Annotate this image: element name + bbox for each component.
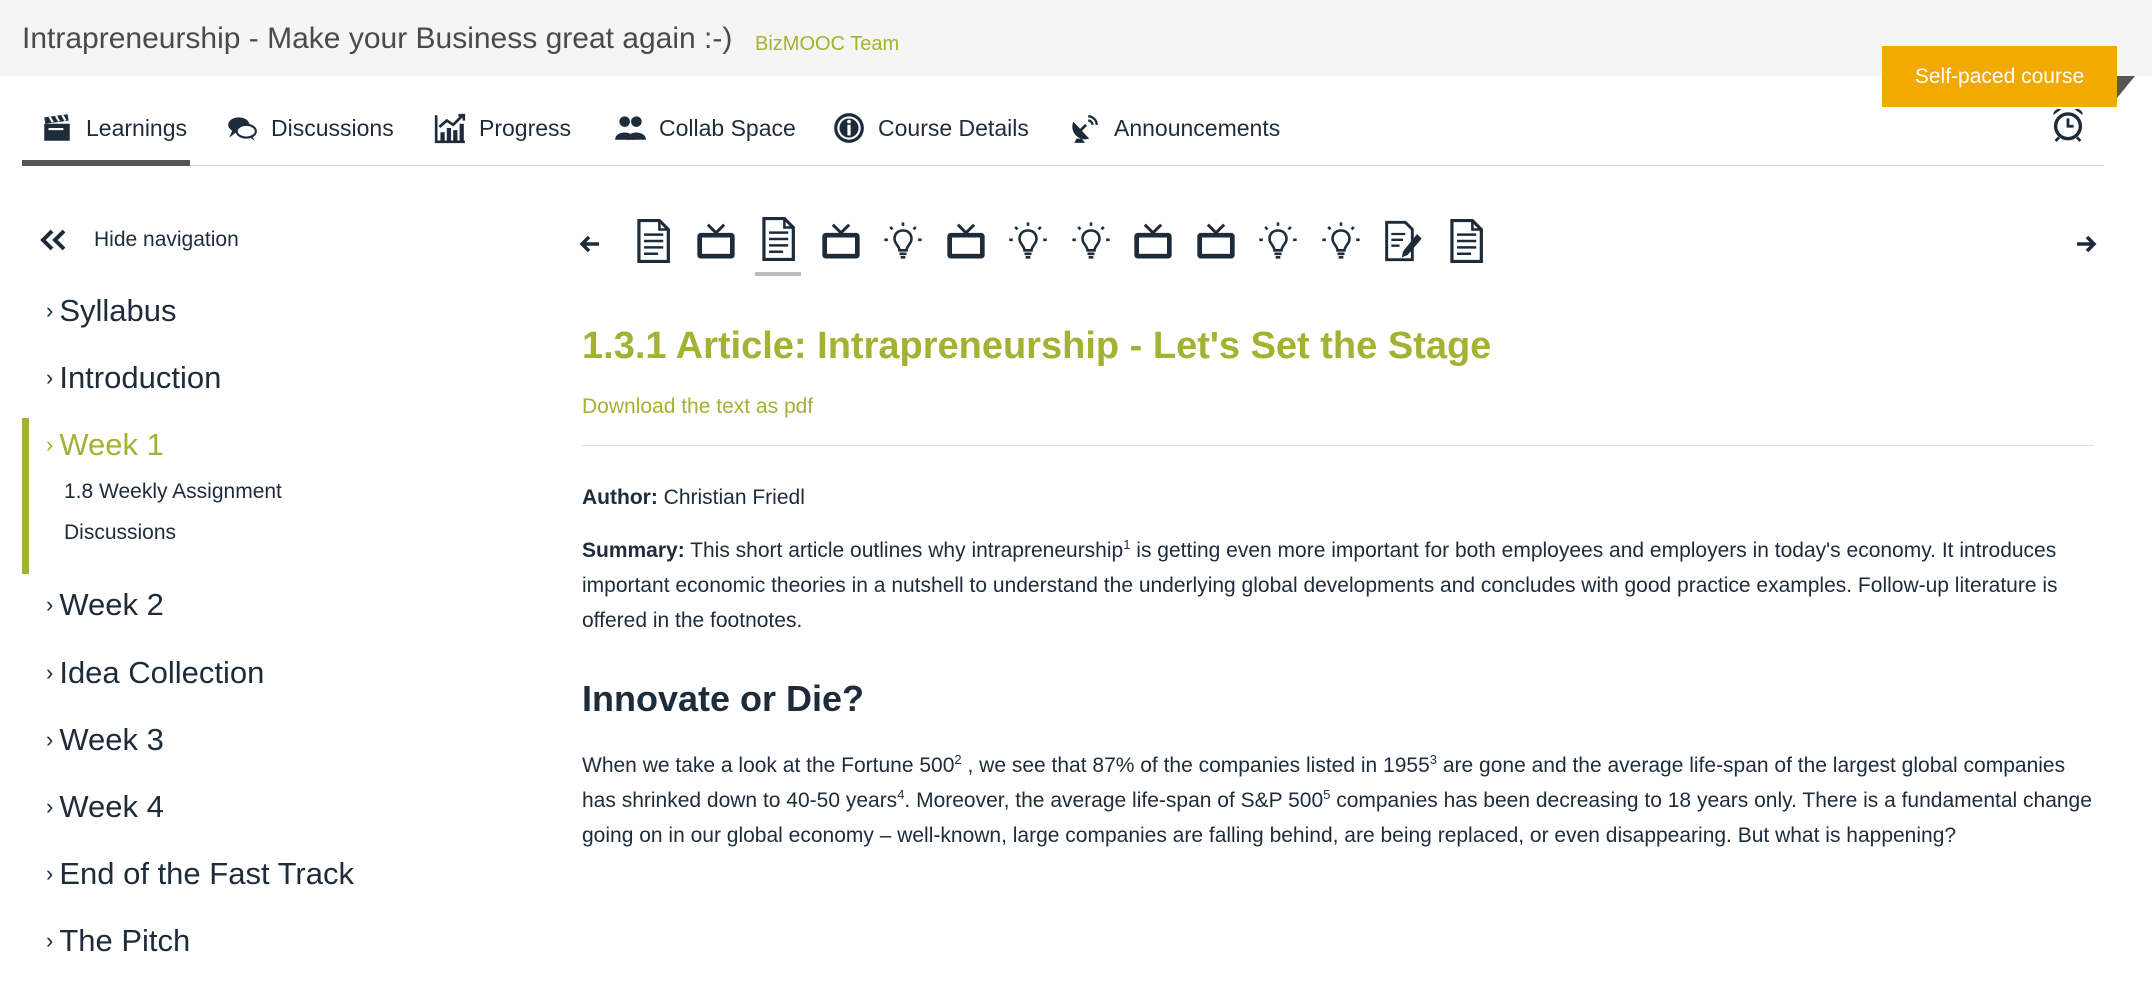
video-icon — [696, 223, 735, 259]
course-item-4[interactable] — [818, 214, 864, 268]
summary-label: Summary: — [582, 539, 685, 562]
arrow-right-icon[interactable] — [2074, 232, 2098, 256]
active-week-indicator — [22, 418, 29, 574]
document-icon — [637, 218, 670, 264]
course-title: Intrapreneurship - Make your Business gr… — [22, 22, 733, 55]
tab-discussions[interactable]: Discussions — [225, 96, 394, 166]
tab-label: Collab Space — [659, 114, 796, 141]
lightbulb-icon — [1259, 222, 1297, 259]
tab-collab-space[interactable]: Collab Space — [613, 96, 796, 166]
tab-label: Course Details — [878, 114, 1029, 141]
video-icon — [946, 223, 985, 259]
lightbulb-icon — [1321, 222, 1360, 259]
footnote-ref[interactable]: 2 — [954, 752, 961, 767]
info-icon — [834, 113, 864, 143]
footnote-ref[interactable]: 5 — [1323, 787, 1330, 802]
article-title: 1.3.1 Article: Intrapreneurship - Let's … — [582, 325, 1492, 367]
sidebar-subitem-weekly-assignment[interactable]: 1.8 Weekly Assignment — [64, 480, 282, 504]
sidebar-item-week-4[interactable]: › Week 4 — [46, 789, 164, 825]
course-item-9[interactable] — [1130, 214, 1176, 268]
tab-label: Announcements — [1114, 114, 1281, 141]
tab-label: Progress — [479, 114, 572, 141]
footnote-ref[interactable]: 3 — [1430, 752, 1437, 767]
course-team-link[interactable]: BizMOOC Team — [755, 33, 899, 56]
sidebar-subitem-discussions[interactable]: Discussions — [64, 521, 176, 545]
hide-navigation-label: Hide navigation — [94, 228, 239, 251]
course-item-6[interactable] — [943, 214, 989, 268]
divider — [582, 445, 2094, 446]
sidebar-item-syllabus[interactable]: › Syllabus — [46, 293, 177, 329]
tab-label: Discussions — [271, 114, 394, 141]
course-item-10[interactable] — [1193, 214, 1239, 268]
author-line: Author: Christian Friedl — [582, 480, 2094, 515]
lightbulb-icon — [1071, 222, 1110, 259]
chart-icon — [434, 113, 466, 144]
author-label: Author: — [582, 486, 658, 509]
self-paced-badge: Self-paced course — [1882, 46, 2117, 107]
clapperboard-icon — [44, 114, 70, 141]
tab-label: Learnings — [86, 114, 188, 141]
sidebar-item-end-of-fast-track[interactable]: › End of the Fast Track — [46, 856, 354, 892]
document-icon — [762, 216, 795, 262]
arrow-left-icon[interactable] — [578, 232, 602, 256]
course-item-3[interactable] — [755, 214, 801, 276]
course-item-7[interactable] — [1005, 214, 1051, 268]
alarm-clock-icon[interactable] — [2050, 106, 2086, 142]
hide-navigation-button[interactable]: Hide navigation — [38, 228, 239, 252]
download-pdf-link[interactable]: Download the text as pdf — [582, 395, 2094, 419]
video-icon — [1196, 223, 1235, 259]
tab-progress[interactable]: Progress — [433, 96, 571, 166]
course-item-1[interactable] — [630, 214, 676, 268]
double-chevron-left-icon — [40, 229, 66, 251]
section-heading: Innovate or Die? — [582, 678, 865, 719]
people-icon — [615, 116, 646, 140]
sidebar-item-week-2[interactable]: › Week 2 — [46, 587, 164, 623]
course-item-13[interactable] — [1380, 214, 1426, 268]
video-icon — [821, 223, 860, 259]
tab-announcements[interactable]: Announcements — [1068, 96, 1280, 166]
sidebar-item-week-3[interactable]: › Week 3 — [46, 722, 164, 758]
course-tabs: Learnings Discussions Progress Collab Sp… — [22, 96, 2104, 166]
summary-paragraph: Summary: This short article outlines why… — [582, 537, 2058, 632]
document-icon — [1449, 218, 1483, 264]
tab-course-details[interactable]: Course Details — [832, 96, 1029, 166]
course-header: Intrapreneurship - Make your Business gr… — [0, 0, 2152, 76]
course-item-8[interactable] — [1068, 214, 1114, 268]
course-item-14[interactable] — [1443, 214, 1489, 268]
footnote-ref[interactable]: 1 — [1123, 537, 1130, 552]
course-item-11[interactable] — [1255, 214, 1301, 268]
sidebar-item-idea-collection[interactable]: › Idea Collection — [46, 655, 264, 691]
satellite-dish-icon — [1072, 115, 1098, 143]
body-paragraph: When we take a look at the Fortune 5002 … — [582, 752, 2092, 847]
tab-learnings[interactable]: Learnings — [22, 96, 190, 166]
lightbulb-icon — [1009, 222, 1047, 259]
speech-bubbles-icon — [228, 117, 257, 141]
course-item-5[interactable] — [880, 214, 926, 268]
video-icon — [1134, 223, 1172, 259]
course-item-2[interactable] — [693, 214, 739, 268]
lightbulb-icon — [884, 222, 922, 259]
assignment-icon — [1385, 220, 1422, 262]
author-name: Christian Friedl — [663, 486, 805, 509]
sidebar-item-introduction[interactable]: › Introduction — [46, 360, 221, 396]
sidebar-item-week-1[interactable]: › Week 1 — [46, 427, 164, 463]
badge-fold — [2117, 76, 2135, 98]
course-item-12[interactable] — [1318, 214, 1364, 268]
article-content: 1.3.1 Article: Intrapreneurship - Let's … — [582, 325, 2094, 853]
sidebar-item-the-pitch[interactable]: › The Pitch — [46, 923, 190, 959]
